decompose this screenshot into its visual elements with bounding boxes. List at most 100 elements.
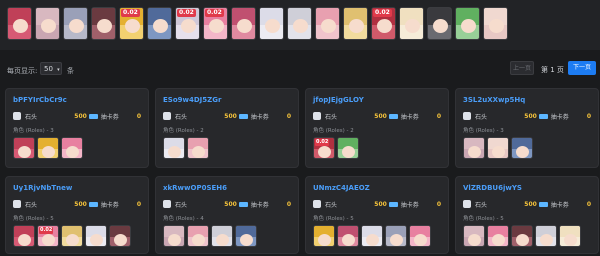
character-portrait: 0.02 — [313, 137, 335, 159]
stone-amount: 500 — [524, 200, 537, 208]
character-portrait — [361, 225, 383, 247]
portrait-face — [42, 234, 55, 246]
character-portrait[interactable] — [231, 7, 256, 40]
ticket-amount: 0 — [436, 112, 441, 120]
ticket-amount: 0 — [136, 200, 141, 208]
ticket-icon — [388, 113, 398, 119]
roles-count: 角色 (Roles) - 3 — [13, 128, 54, 134]
card-character-row — [313, 225, 441, 247]
character-portrait[interactable] — [287, 7, 312, 40]
ticket-amount: 0 — [586, 112, 591, 120]
ticket-label: 抽卡券 — [250, 113, 269, 121]
portrait-face — [516, 146, 529, 158]
account-card[interactable]: xkRwwOP0SEH6 石头 500 抽卡券 0 角色 (Roles) - 4 — [155, 176, 299, 254]
ticket-icon — [238, 201, 248, 207]
portrait-face — [377, 19, 392, 33]
account-id[interactable]: Uy1RjvNbTnew — [13, 183, 141, 193]
portrait-face — [69, 19, 84, 33]
account-card[interactable]: 3SL2uXXwp5Hq 石头 500 抽卡券 0 角色 (Roles) - 3 — [455, 88, 599, 168]
stone-amount: 500 — [74, 200, 87, 208]
per-page-select[interactable]: 50 ▾ — [40, 62, 62, 75]
account-card[interactable]: VlZRDBU6jwYS 石头 500 抽卡券 0 角色 (Roles) - 5 — [455, 176, 599, 254]
character-portrait[interactable]: 0.02 — [371, 7, 396, 40]
character-portrait[interactable] — [399, 7, 424, 40]
resource-row: 石头 500 抽卡券 0 — [463, 199, 591, 209]
chevron-down-icon: ▾ — [57, 67, 60, 73]
character-portrait[interactable] — [35, 7, 60, 40]
prev-page-button[interactable]: 上一页 — [510, 61, 534, 75]
account-card[interactable]: UNmzC4JAEOZ 石头 500 抽卡券 0 角色 (Roles) - 5 — [305, 176, 449, 254]
character-portrait[interactable] — [91, 7, 116, 40]
account-id[interactable]: bPFYIrCbCr9c — [13, 95, 141, 105]
character-portrait[interactable] — [7, 7, 32, 40]
account-card[interactable]: Uy1RjvNbTnew 石头 500 抽卡券 0 角色 (Roles) - 5… — [5, 176, 149, 254]
next-page-button[interactable]: 下一页 — [568, 61, 596, 75]
roles-count: 角色 (Roles) - 2 — [163, 128, 204, 134]
portrait-face — [564, 234, 577, 246]
portrait-face — [349, 19, 364, 33]
character-portrait — [187, 137, 209, 159]
account-id[interactable]: VlZRDBU6jwYS — [463, 183, 591, 193]
stone-icon — [313, 200, 321, 208]
character-portrait[interactable] — [427, 7, 452, 40]
character-portrait[interactable] — [147, 7, 172, 40]
portrait-face — [342, 146, 355, 158]
character-portrait: 0.02 — [37, 225, 59, 247]
account-card[interactable]: jfopJEjgGLOY 石头 500 抽卡券 0 角色 (Roles) - 2… — [305, 88, 449, 168]
resource-row: 石头 500 抽卡券 0 — [463, 111, 591, 121]
portrait-face — [492, 234, 505, 246]
character-portrait[interactable] — [455, 7, 480, 40]
stone-label: 石头 — [25, 113, 38, 121]
account-id[interactable]: jfopJEjgGLOY — [313, 95, 441, 105]
account-id[interactable]: 3SL2uXXwp5Hq — [463, 95, 591, 105]
stone-icon — [463, 112, 471, 120]
ticket-label: 抽卡券 — [550, 201, 569, 209]
character-portrait — [487, 137, 509, 159]
character-portrait — [535, 225, 557, 247]
stone-label: 石头 — [175, 201, 188, 209]
stone-amount: 500 — [224, 200, 237, 208]
portrait-face — [168, 146, 181, 158]
character-portrait[interactable] — [343, 7, 368, 40]
character-portrait[interactable] — [63, 7, 88, 40]
account-id[interactable]: xkRwwOP0SEH6 — [163, 183, 291, 193]
pager-row: 每页显示: 50 ▾ 条 上一页 第 1 页 下一页 — [0, 56, 600, 84]
stone-icon — [463, 200, 471, 208]
portrait-face — [97, 19, 112, 33]
cost-badge: 0.02 — [177, 9, 196, 17]
portrait-face — [516, 234, 529, 246]
portrait-face — [216, 234, 229, 246]
character-portrait[interactable]: 0.02 — [175, 7, 200, 40]
stone-label: 石头 — [25, 201, 38, 209]
account-id[interactable]: ESo9w4DJ5ZGr — [163, 95, 291, 105]
account-card[interactable]: bPFYIrCbCr9c 石头 500 抽卡券 0 角色 (Roles) - 3 — [5, 88, 149, 168]
resource-row: 石头 500 抽卡券 0 — [13, 111, 141, 121]
character-portrait — [163, 137, 185, 159]
character-portrait[interactable] — [483, 7, 508, 40]
portrait-face — [468, 146, 481, 158]
portrait-face — [18, 234, 31, 246]
portrait-face — [41, 19, 56, 33]
character-portrait — [109, 225, 131, 247]
character-portrait[interactable]: 0.02 — [203, 7, 228, 40]
per-page-value: 50 — [44, 65, 53, 73]
stone-amount: 500 — [74, 112, 87, 120]
stone-label: 石头 — [175, 113, 188, 121]
stone-amount: 500 — [524, 112, 537, 120]
account-card[interactable]: ESo9w4DJ5ZGr 石头 500 抽卡券 0 角色 (Roles) - 2 — [155, 88, 299, 168]
portrait-face — [42, 146, 55, 158]
character-portrait[interactable]: 0.02 — [119, 7, 144, 40]
account-id[interactable]: UNmzC4JAEOZ — [313, 183, 441, 193]
character-portrait — [487, 225, 509, 247]
character-portrait[interactable] — [259, 7, 284, 40]
stone-icon — [163, 200, 171, 208]
portrait-face — [433, 19, 448, 33]
character-portrait[interactable] — [315, 7, 340, 40]
stone-label: 石头 — [475, 113, 488, 121]
resource-row: 石头 500 抽卡券 0 — [163, 111, 291, 121]
portrait-face — [114, 234, 127, 246]
portrait-face — [192, 146, 205, 158]
portrait-face — [492, 146, 505, 158]
portrait-face — [209, 19, 224, 33]
portrait-face — [293, 19, 308, 33]
